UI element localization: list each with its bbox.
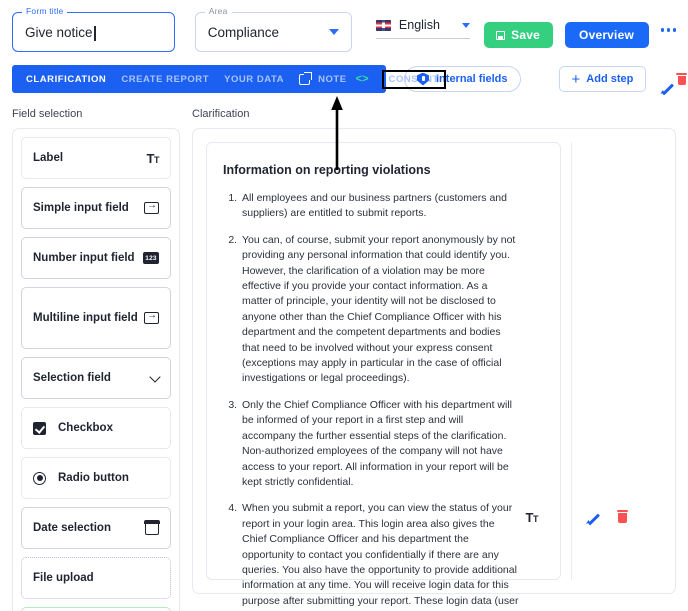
clause-list: All employees and our business partners … [223,191,520,611]
field-item-checkbox[interactable]: Checkbox [21,407,171,449]
clause-item: All employees and our business partners … [240,191,520,222]
calendar-icon [144,520,160,535]
radio-selected-icon [33,471,46,485]
form-title-label: Form title [22,6,68,16]
checkbox-checked-icon [33,421,46,435]
field-item-label-text: Number input field [33,252,135,264]
clause-item: You can, of course, submit your report a… [240,233,520,387]
field-item-selection[interactable]: Selection field [21,357,171,399]
field-item-simple-input[interactable]: Simple input field [21,187,171,229]
text-format-icon[interactable]: TT [526,510,539,525]
field-selection-title: Field selection [12,108,83,120]
app-header: Form title Give notice Area Compliance E… [0,0,688,62]
kebab-menu-icon[interactable] [660,28,676,32]
content-block[interactable]: Information on reporting violations All … [206,142,561,611]
content-actions [571,142,655,580]
chevron-down-icon [461,22,470,28]
tab-bar-row: CLARIFICATION CREATE REPORT YOUR DATA NO… [0,64,688,94]
save-button-label: Save [511,28,540,42]
tab-bar: CLARIFICATION CREATE REPORT YOUR DATA NO… [12,65,446,93]
clause-item: When you submit a report, you can view t… [240,501,520,611]
save-disk-icon [496,30,506,40]
field-selection-column: Field selection Label TT Simple input fi… [12,108,180,611]
add-step-button[interactable]: + Add step [558,66,647,92]
external-link-icon [299,71,313,85]
page-title: Clarification [192,108,250,120]
uk-flag-icon [375,19,391,31]
tab-create-report[interactable]: CREATE REPORT [121,74,209,85]
input-field-icon [144,310,159,324]
field-item-label-text: File upload [33,572,94,584]
form-title-value: Give notice [25,24,96,41]
clause-item: Only the Chief Compliance Officer with h… [240,398,520,490]
field-item-file-upload[interactable]: File upload [21,557,171,599]
field-item-label-text: Simple input field [33,202,129,214]
tab-clarification[interactable]: CLARIFICATION [26,74,106,85]
tab-note[interactable]: NOTE [318,74,347,85]
field-item-not-translated[interactable]: Not translated TT [21,607,171,611]
form-title-field[interactable]: Form title Give notice [12,6,175,52]
tab-consent[interactable]: CONSENT [381,69,446,89]
clarification-column: Clarification Information on reporting v… [192,108,676,611]
field-item-label-text: Date selection [33,522,111,534]
field-item-label-text: Checkbox [58,422,113,434]
area-value: Compliance [207,24,280,40]
number-123-icon: 123 [143,252,159,264]
trash-icon[interactable] [617,510,628,523]
content-heading: Information on reporting violations [223,163,431,177]
field-selection-panel: Label TT Simple input field Number input… [12,128,180,611]
area-label: Area [204,6,232,16]
field-item-label[interactable]: Label TT [21,137,171,179]
field-item-label-text: Radio button [58,472,129,484]
input-field-icon [144,200,159,214]
tab-your-data[interactable]: YOUR DATA [224,74,284,85]
overview-button-label: Overview [579,28,634,42]
field-item-label-text: Multiline input field [33,312,138,324]
clarification-panel: Information on reporting violations All … [192,128,676,611]
language-value: English [398,18,440,32]
chevron-down-icon [149,370,161,383]
save-button[interactable]: Save [483,22,553,48]
internal-fields-label: Internal fields [436,73,508,85]
content-text: Information on reporting violations All … [223,163,520,611]
main-body: Field selection Label TT Simple input fi… [0,108,688,611]
field-item-radio[interactable]: Radio button [21,457,171,499]
overview-button[interactable]: Overview [564,22,649,48]
add-step-label: Add step [586,73,634,85]
text-format-icon: TT [146,150,160,166]
field-item-label-text: Label [33,152,64,164]
field-item-label-text: Selection field [33,372,111,384]
language-select[interactable]: English [375,18,470,39]
form-builder-app: Form title Give notice Area Compliance E… [0,0,688,611]
code-brackets-icon: <> [355,73,369,85]
area-select[interactable]: Area Compliance [194,6,352,52]
field-item-number-input[interactable]: Number input field 123 [21,237,171,279]
plus-icon: + [571,70,581,88]
chevron-down-icon [328,29,339,35]
field-item-multiline-input[interactable]: Multiline input field [21,287,171,349]
field-item-date[interactable]: Date selection [21,507,171,549]
pencil-icon[interactable] [586,509,601,524]
